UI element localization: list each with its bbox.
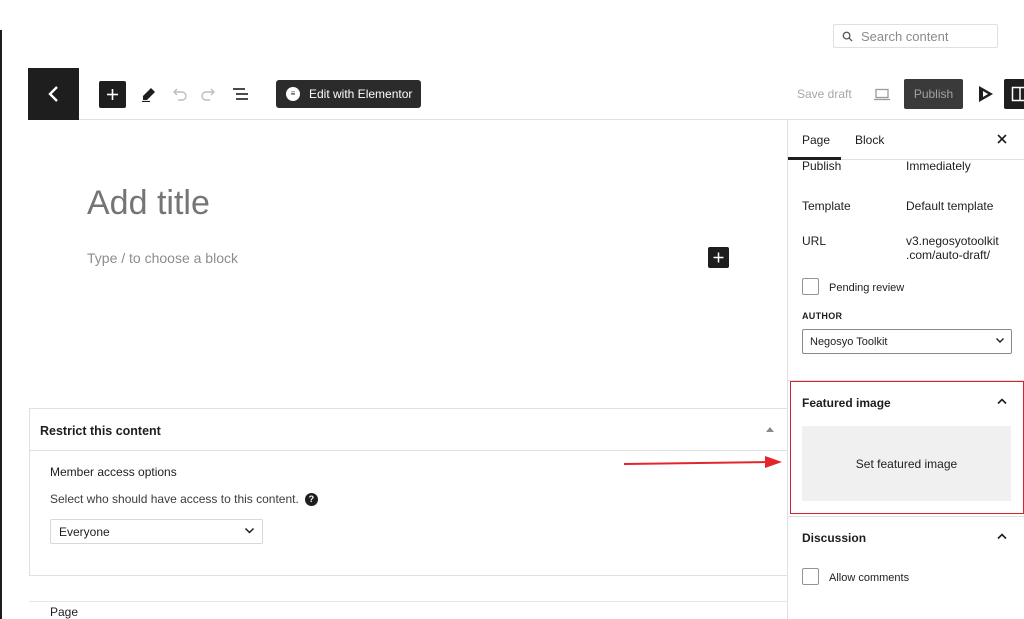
redo-button[interactable] (197, 82, 221, 106)
chevron-down-icon (996, 338, 1004, 343)
member-access-select[interactable]: Everyone (50, 519, 263, 544)
editor-toolbar: ≡ Edit with Elementor Save draft Publish (28, 68, 1024, 120)
url-label: URL (802, 234, 827, 248)
chevron-up-icon[interactable] (996, 397, 1008, 405)
list-view-icon (232, 88, 248, 100)
url-value-line2: .com/auto-draft/ (906, 248, 991, 262)
search-icon (842, 31, 853, 42)
plugin-button[interactable] (974, 82, 998, 106)
chevron-left-icon (47, 86, 58, 102)
laptop-icon (874, 88, 890, 100)
url-value[interactable]: v3.negosyotoolkit .com/auto-draft/ (906, 234, 999, 262)
chevron-up-icon[interactable] (996, 532, 1008, 540)
settings-sidebar: Page Block Publish Immediately Template … (787, 120, 1024, 619)
footer-divider (29, 601, 788, 602)
help-icon[interactable]: ? (304, 492, 318, 506)
plugin-logo-icon (979, 86, 993, 102)
pending-review-checkbox[interactable] (802, 278, 819, 295)
featured-image-panel-title[interactable]: Featured image (802, 396, 891, 410)
sidebar-tabs: Page Block (788, 120, 1024, 160)
red-arrow-annotation (624, 456, 782, 468)
settings-button[interactable] (1004, 79, 1024, 109)
allow-comments-checkbox[interactable] (802, 568, 819, 585)
discussion-panel-title[interactable]: Discussion (802, 531, 866, 545)
left-window-edge (0, 30, 2, 619)
author-label: AUTHOR (802, 311, 843, 321)
author-select[interactable]: Negosyo Toolkit (802, 329, 1012, 354)
document-overview-button[interactable] (228, 82, 252, 106)
preview-button[interactable] (871, 83, 893, 105)
sidebar-toggle-icon (1011, 86, 1024, 102)
template-label: Template (802, 199, 851, 213)
template-value[interactable]: Default template (906, 199, 993, 213)
post-title-input[interactable]: Add title (87, 184, 210, 223)
member-access-label: Member access options (50, 465, 177, 479)
restrict-content-panel: Restrict this content Member access opti… (29, 408, 788, 576)
edit-with-elementor-button[interactable]: ≡ Edit with Elementor (276, 80, 421, 108)
tab-block[interactable]: Block (855, 133, 884, 147)
set-featured-image-button[interactable]: Set featured image (802, 426, 1011, 501)
sidebar-divider (788, 516, 1024, 517)
pencil-icon (142, 88, 155, 102)
search-box[interactable] (833, 24, 998, 48)
member-access-selected-value: Everyone (59, 524, 110, 539)
restrict-content-header[interactable]: Restrict this content (30, 409, 788, 451)
tab-page[interactable]: Page (802, 133, 830, 147)
undo-button[interactable] (167, 82, 191, 106)
breadcrumb[interactable]: Page (50, 605, 78, 619)
block-placeholder[interactable]: Type / to choose a block (87, 250, 238, 266)
restrict-content-title: Restrict this content (40, 424, 161, 438)
save-draft-button[interactable]: Save draft (797, 87, 852, 101)
elementor-button-label: Edit with Elementor (309, 87, 413, 101)
member-access-description-text: Select who should have access to this co… (50, 492, 299, 506)
inline-add-block-button[interactable] (708, 247, 729, 268)
publish-value[interactable]: Immediately (906, 159, 971, 173)
chevron-down-icon (244, 527, 255, 534)
search-input[interactable] (861, 28, 991, 44)
publish-button[interactable]: Publish (904, 79, 963, 109)
allow-comments-label[interactable]: Allow comments (829, 572, 909, 584)
tools-button[interactable] (137, 82, 161, 106)
publish-label: Publish (802, 159, 842, 173)
add-block-button[interactable] (99, 81, 126, 108)
url-value-line1: v3.negosyotoolkit (906, 234, 999, 248)
close-icon[interactable] (995, 132, 1009, 146)
elementor-icon: ≡ (286, 87, 300, 101)
collapse-triangle-icon[interactable] (766, 427, 774, 432)
plus-icon (713, 252, 724, 263)
back-button[interactable] (28, 68, 79, 120)
member-access-description: Select who should have access to this co… (50, 492, 318, 506)
plus-icon (107, 89, 118, 100)
undo-icon (173, 88, 187, 101)
pending-review-label[interactable]: Pending review (829, 282, 904, 294)
author-selected-value: Negosyo Toolkit (810, 335, 888, 348)
redo-icon (201, 88, 215, 101)
